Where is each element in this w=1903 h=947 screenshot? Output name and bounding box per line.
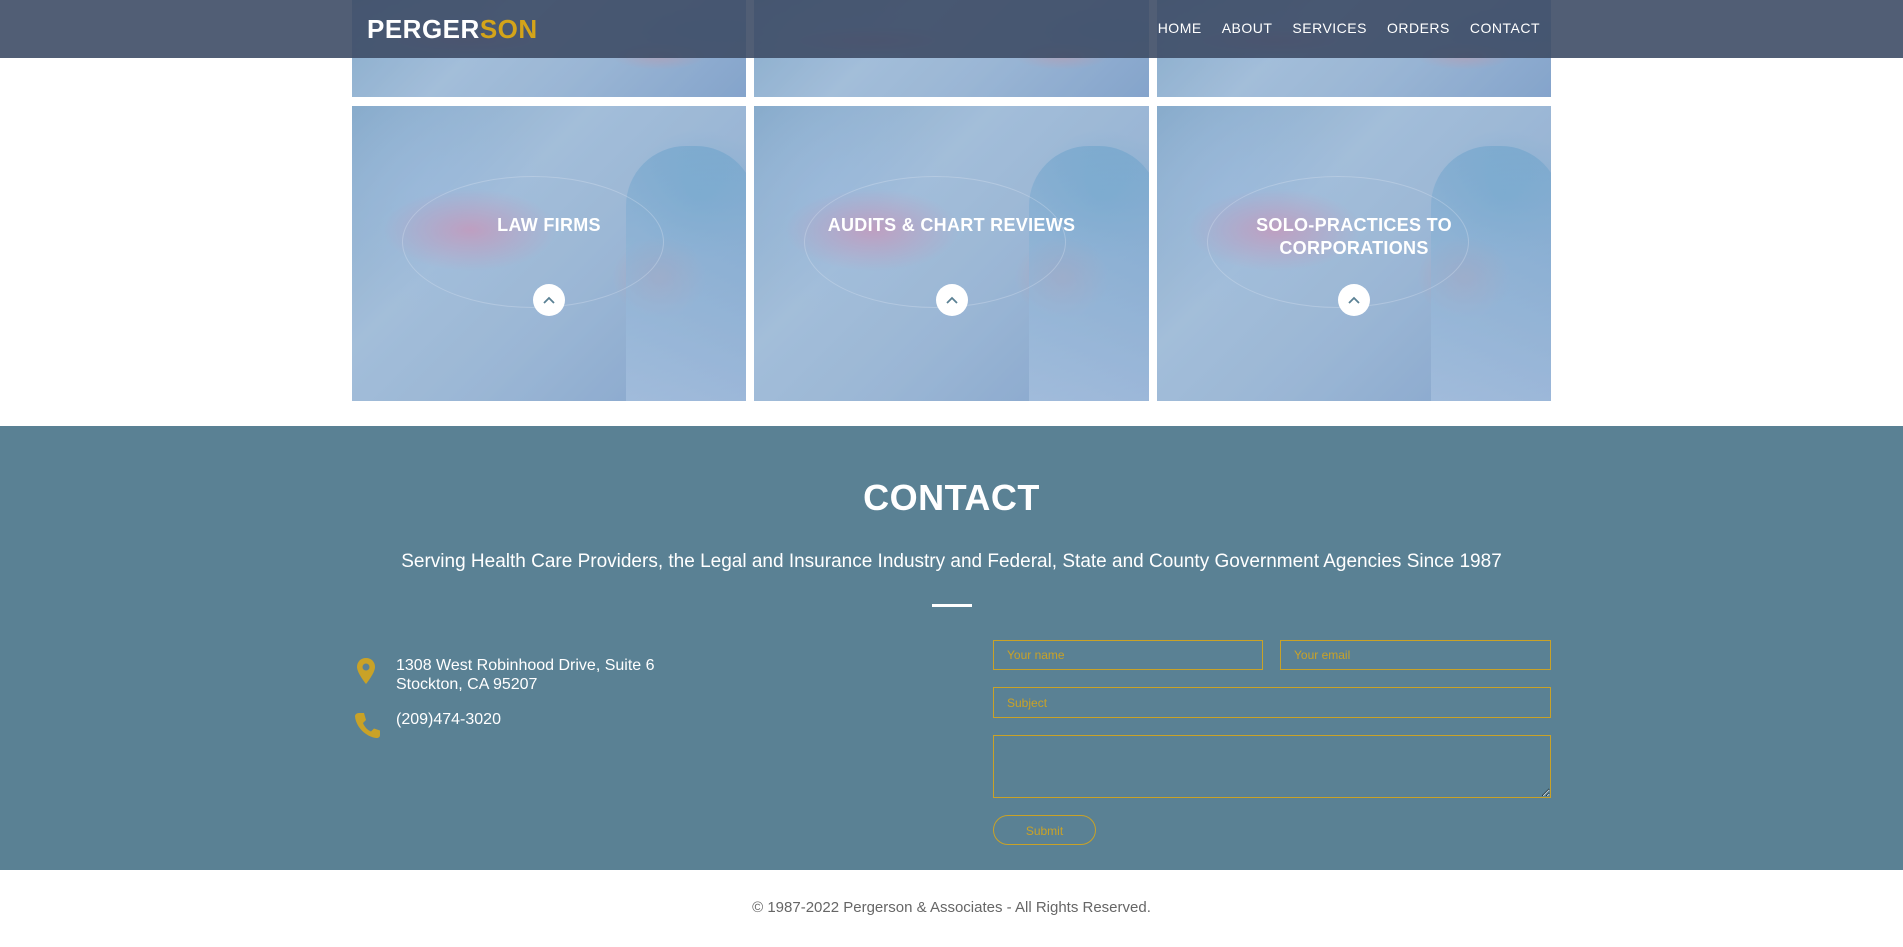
tile-expand-button[interactable] (533, 284, 565, 316)
nav-about[interactable]: ABOUT (1222, 19, 1273, 37)
address-info: 1308 West Robinhood Drive, Suite 6 Stock… (352, 656, 655, 694)
address-line-1: 1308 West Robinhood Drive, Suite 6 (396, 657, 655, 674)
nav-contact[interactable]: CONTACT (1470, 19, 1540, 37)
logo-part-2: SON (479, 14, 538, 44)
tile-expand-button[interactable] (1338, 284, 1370, 316)
main-nav: HOME ABOUT SERVICES ORDERS CONTACT (1158, 19, 1540, 37)
section-divider (932, 604, 972, 607)
service-tile-law-firms[interactable]: LAW FIRMS (352, 106, 746, 401)
submit-button[interactable]: Submit (993, 815, 1096, 845)
chevron-up-icon (945, 296, 958, 304)
phone-info: (209)474-3020 (352, 710, 501, 740)
map-pin-icon (357, 658, 375, 684)
email-input[interactable] (1280, 640, 1551, 670)
address-line-2: Stockton, CA 95207 (396, 676, 538, 693)
chevron-up-icon (543, 296, 555, 304)
site-logo[interactable]: PERGERSON (367, 14, 538, 44)
service-tile-solo-practices[interactable]: SOLO-PRACTICES TO CORPORATIONS (1157, 106, 1551, 401)
tile-title: AUDITS & CHART REVIEWS (827, 215, 1076, 235)
site-header: PERGERSON HOME ABOUT SERVICES ORDERS CON… (0, 0, 1903, 58)
subject-input[interactable] (993, 687, 1551, 718)
contact-section: CONTACT Serving Health Care Providers, t… (0, 426, 1903, 870)
name-input[interactable] (993, 640, 1263, 670)
nav-services[interactable]: SERVICES (1292, 19, 1367, 37)
service-tile-audits[interactable]: AUDITS & CHART REVIEWS (754, 106, 1149, 401)
chevron-up-icon (1348, 296, 1360, 304)
tile-overlay (352, 106, 746, 401)
nav-orders[interactable]: ORDERS (1387, 19, 1450, 37)
tile-overlay (754, 106, 1149, 401)
tile-title: LAW FIRMS (497, 215, 601, 235)
tile-title: SOLO-PRACTICES TO CORPORATIONS (1256, 215, 1452, 258)
contact-title: CONTACT (863, 477, 1040, 518)
address-text: 1308 West Robinhood Drive, Suite 6 Stock… (396, 656, 655, 694)
contact-subtitle: Serving Health Care Providers, the Legal… (401, 551, 1502, 572)
nav-home[interactable]: HOME (1158, 19, 1202, 37)
phone-icon (355, 713, 380, 738)
message-textarea[interactable] (993, 735, 1551, 798)
logo-part-1: PERGER (367, 14, 480, 44)
footer-copyright: © 1987-2022 Pergerson & Associates - All… (752, 899, 1151, 916)
phone-text[interactable]: (209)474-3020 (396, 710, 501, 740)
tile-expand-button[interactable] (935, 284, 968, 316)
